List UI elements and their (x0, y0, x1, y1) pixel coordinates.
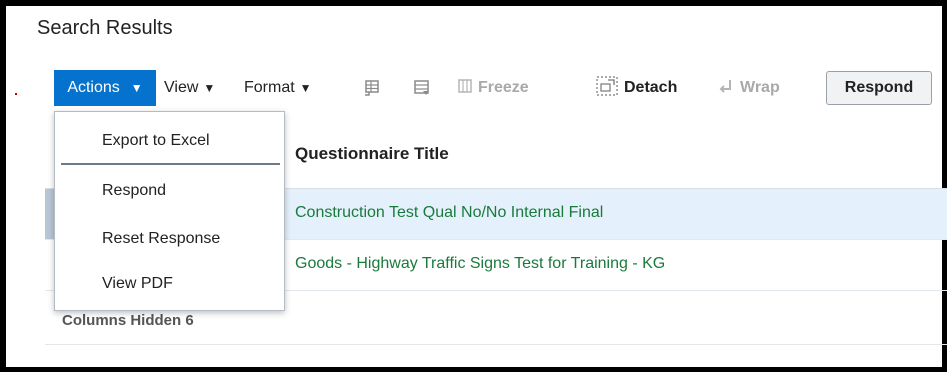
menu-item-label: Respond (102, 182, 167, 199)
detach-icon (596, 75, 618, 101)
view-menu-button[interactable]: View ▼ (164, 70, 215, 106)
page-title: Search Results (37, 17, 173, 39)
detach-button[interactable]: Detach (596, 70, 677, 106)
wrap-label: Wrap (740, 79, 780, 96)
view-label: View (164, 79, 199, 96)
actions-label: Actions (67, 79, 120, 96)
questionnaire-title-link[interactable]: Goods - Highway Traffic Signs Test for T… (295, 255, 665, 273)
column-header-questionnaire-title[interactable]: Questionnaire Title (295, 144, 449, 164)
format-menu-button[interactable]: Format ▼ (244, 70, 312, 106)
respond-button[interactable]: Respond (826, 71, 932, 105)
actions-dropdown-menu: Export to Excel Respond Reset Response V… (54, 111, 285, 311)
questionnaire-title-link[interactable]: Construction Test Qual No/No Internal Fi… (295, 204, 603, 222)
freeze-icon (458, 78, 472, 99)
export-grid-icon[interactable] (363, 70, 381, 106)
columns-hidden-label: Columns Hidden (62, 312, 182, 329)
chevron-down-icon: ▼ (299, 81, 312, 95)
freeze-button[interactable]: Freeze (458, 70, 529, 106)
table-divider (45, 344, 947, 345)
actions-menu-button[interactable]: Actions ▼ (54, 70, 156, 106)
columns-hidden-status: Columns Hidden 6 (62, 312, 194, 329)
menu-item-label: Export to Excel (102, 132, 210, 149)
toolbar: Actions ▼ View ▼ Format ▼ Freeze Detach … (54, 70, 934, 106)
detach-label: Detach (624, 79, 678, 96)
wrap-button[interactable]: Wrap (718, 70, 780, 106)
chevron-down-icon: ▼ (203, 81, 216, 95)
red-marker (15, 93, 17, 95)
format-label: Format (244, 79, 295, 96)
freeze-label: Freeze (478, 79, 529, 96)
menu-item-label: View PDF (102, 275, 173, 292)
menu-item-label: Reset Response (102, 230, 221, 247)
columns-hidden-count: 6 (185, 312, 194, 329)
query-by-example-icon[interactable] (413, 70, 431, 106)
wrap-icon (718, 78, 734, 99)
menu-separator (61, 163, 280, 165)
chevron-down-icon: ▼ (130, 81, 143, 95)
